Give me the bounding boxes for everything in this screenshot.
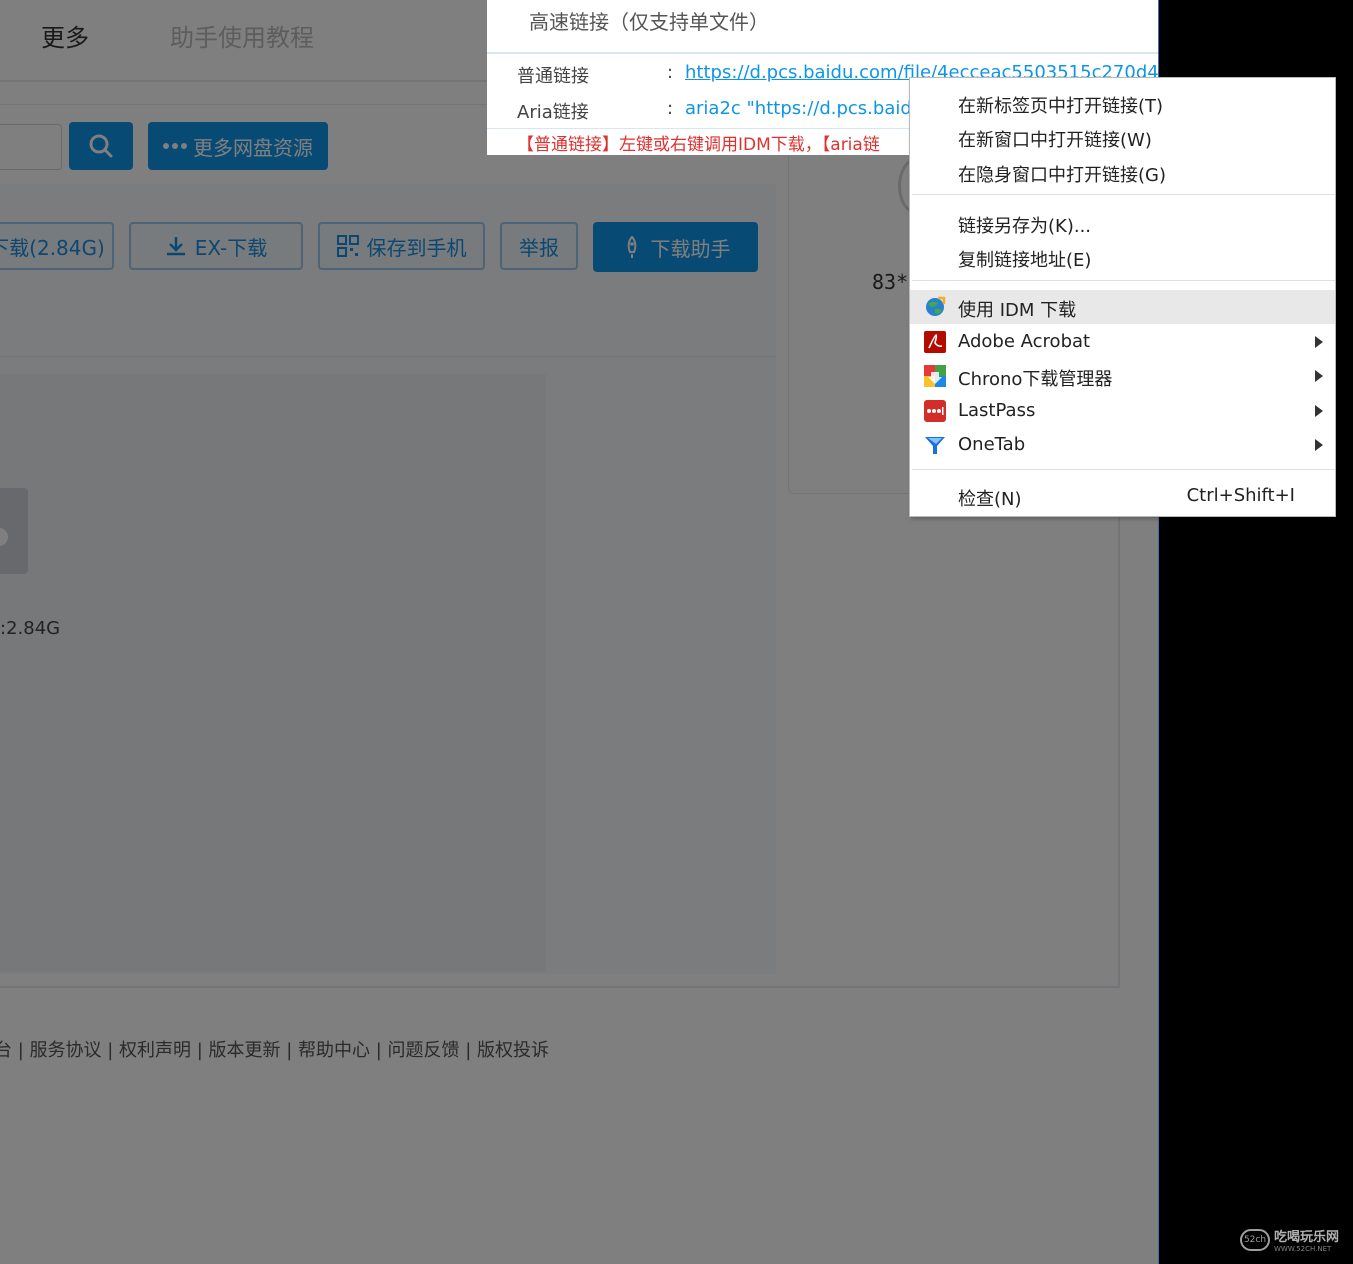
onetab-icon (925, 437, 945, 454)
menu-adobe-acrobat[interactable]: Adobe Acrobat (910, 325, 1335, 359)
dialog-note: 【普通链接】左键或右键调用IDM下载，【aria链 (517, 135, 880, 155)
menu-item-label: LastPass (958, 400, 1036, 421)
menu-onetab[interactable]: OneTab (910, 428, 1335, 462)
menu-chrono[interactable]: Chrono下载管理器 (910, 359, 1335, 393)
aria-link-command[interactable]: aria2c "https://d.pcs.baidu (685, 98, 923, 119)
menu-separator (912, 280, 1335, 281)
dialog-title: 高速链接（仅支持单文件） (529, 10, 769, 34)
menu-download-idm[interactable]: 使用 IDM 下载 (910, 290, 1335, 324)
menu-open-incognito[interactable]: 在隐身窗口中打开链接(G) (910, 155, 1335, 189)
menu-item-label: 复制链接地址(E) (958, 250, 1092, 271)
watermark-url: WWW.52CH.NET (1274, 1245, 1332, 1253)
menu-item-label: 使用 IDM 下载 (958, 300, 1077, 321)
menu-copy-link[interactable]: 复制链接地址(E) (910, 240, 1335, 274)
aria-link-colon: : (667, 98, 674, 119)
normal-link-colon: : (667, 62, 674, 83)
menu-open-new-tab[interactable]: 在新标签页中打开链接(T) (910, 86, 1335, 120)
watermark: 52ch 吃喝玩乐网 WWW.52CH.NET (1240, 1226, 1339, 1253)
watermark-badge: 52ch (1240, 1228, 1270, 1251)
menu-open-new-window[interactable]: 在新窗口中打开链接(W) (910, 120, 1335, 154)
menu-item-label: OneTab (958, 434, 1026, 455)
dialog-divider (487, 52, 1159, 54)
menu-item-label: 在隐身窗口中打开链接(G) (958, 165, 1166, 186)
acrobat-icon (924, 331, 946, 353)
submenu-arrow-icon (1315, 370, 1323, 382)
menu-item-label: 链接另存为(K)... (958, 216, 1092, 237)
menu-item-label: 检查(N) (958, 489, 1022, 510)
chrono-icon (924, 365, 946, 387)
normal-link-label: 普通链接 (517, 66, 589, 87)
submenu-arrow-icon (1315, 439, 1323, 451)
menu-item-label: Chrono下载管理器 (958, 369, 1113, 390)
submenu-arrow-icon (1315, 336, 1323, 348)
menu-save-link-as[interactable]: 链接另存为(K)... (910, 206, 1335, 240)
menu-inspect[interactable]: 检查(N) Ctrl+Shift+I (910, 479, 1335, 513)
menu-separator (912, 469, 1335, 470)
menu-shortcut: Ctrl+Shift+I (1186, 485, 1295, 506)
context-menu: 在新标签页中打开链接(T) 在新窗口中打开链接(W) 在隐身窗口中打开链接(G)… (909, 77, 1336, 517)
watermark-text: 吃喝玩乐网 (1274, 1230, 1340, 1245)
idm-globe-icon (926, 296, 946, 316)
menu-item-label: 在新标签页中打开链接(T) (958, 96, 1164, 117)
menu-item-label: 在新窗口中打开链接(W) (958, 130, 1152, 151)
menu-separator (912, 194, 1335, 195)
lastpass-icon (924, 400, 946, 422)
menu-item-label: Adobe Acrobat (958, 331, 1091, 352)
menu-lastpass[interactable]: LastPass (910, 394, 1335, 428)
submenu-arrow-icon (1315, 405, 1323, 417)
aria-link-label: Aria链接 (517, 102, 589, 123)
